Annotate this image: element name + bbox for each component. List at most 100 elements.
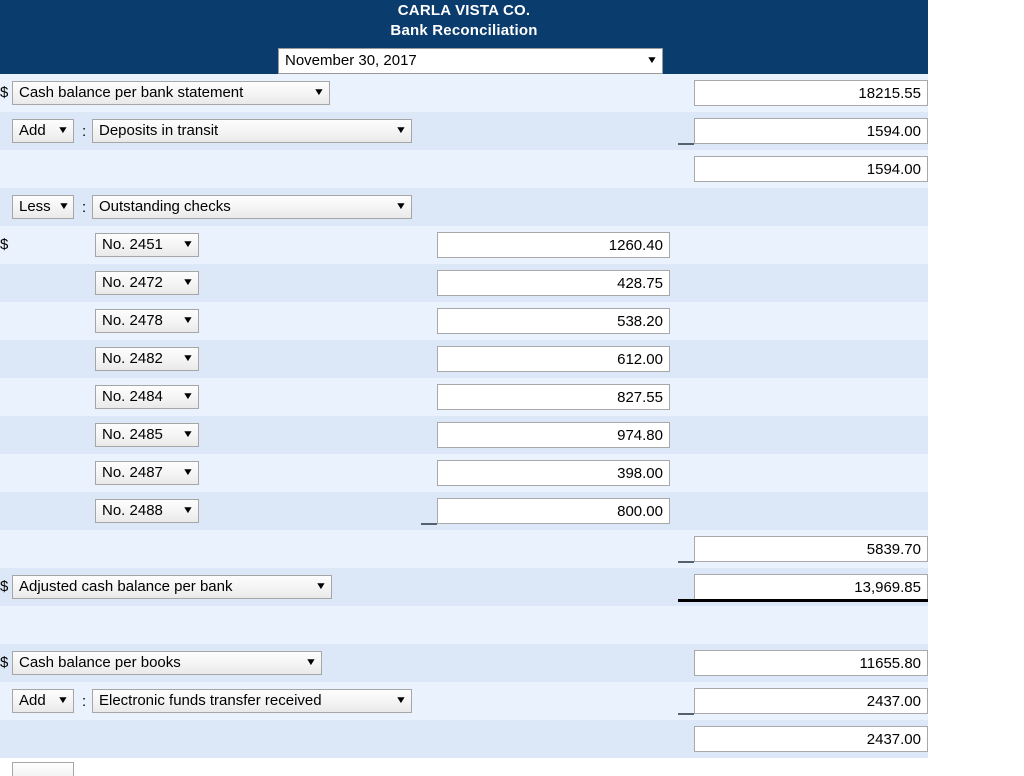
- check-number-label: No. 2485: [102, 426, 163, 443]
- electronic-funds-transfer-select[interactable]: Electronic funds transfer received ▼: [92, 689, 412, 713]
- row-adjusted-cash-balance-per-bank: Adjusted cash balance per bank ▼ $: [0, 568, 928, 606]
- check-number-label: No. 2478: [102, 312, 163, 329]
- add-colon-cell: :: [80, 112, 88, 150]
- check-number-select[interactable]: No. 2451 ▼: [95, 233, 199, 257]
- cash-balance-per-books-select[interactable]: Cash balance per books ▼: [12, 651, 322, 675]
- chevron-down-icon: ▼: [314, 581, 328, 592]
- partial-operator-cell: [12, 758, 74, 776]
- bank-opening-amount-cell: [694, 74, 928, 112]
- bank-add-operator-select[interactable]: Add ▼: [12, 119, 74, 143]
- deposits-in-transit-select[interactable]: Deposits in transit ▼: [92, 119, 412, 143]
- check-number-cell: No. 2482 ▼: [95, 340, 199, 378]
- row-outstanding-checks-header: Less ▼ : Outstanding checks ▼: [0, 188, 928, 226]
- check-number-select[interactable]: No. 2487 ▼: [95, 461, 199, 485]
- check-number-select[interactable]: No. 2478 ▼: [95, 309, 199, 333]
- check-amount-input[interactable]: [437, 384, 670, 410]
- table-row: No. 2482 ▼: [0, 340, 928, 378]
- check-amount-input[interactable]: [437, 232, 670, 258]
- books-opening-dollar-cell: $: [0, 644, 8, 682]
- check-number-label: No. 2482: [102, 350, 163, 367]
- deposits-subtotal-input[interactable]: [694, 156, 928, 182]
- bank-add-operator-label: Add: [19, 122, 46, 139]
- check-amount-input[interactable]: [437, 270, 670, 296]
- check-number-select[interactable]: No. 2482 ▼: [95, 347, 199, 371]
- electronic-funds-transfer-subtotal-input[interactable]: [694, 726, 928, 752]
- check-number-label: No. 2451: [102, 236, 163, 253]
- chevron-down-icon: ▼: [394, 695, 408, 706]
- row-deposits-in-transit: Add ▼ : Deposits in transit ▼: [0, 112, 928, 150]
- adjusted-cash-balance-per-bank-input[interactable]: [694, 574, 928, 600]
- grand-total-underline: [678, 599, 928, 602]
- check-number-select[interactable]: No. 2484 ▼: [95, 385, 199, 409]
- adjusted-cash-balance-per-bank-select[interactable]: Adjusted cash balance per bank ▼: [12, 575, 332, 599]
- table-row: No. 2485 ▼: [0, 416, 928, 454]
- outstanding-checks-subtotal-input[interactable]: [694, 536, 928, 562]
- check-amount-input[interactable]: [437, 460, 670, 486]
- deposits-in-transit-input[interactable]: [694, 118, 928, 144]
- statement-header: CARLA VISTA CO. Bank Reconciliation Nove…: [0, 0, 928, 74]
- check-number-select[interactable]: No. 2485 ▼: [95, 423, 199, 447]
- partial-operator-select[interactable]: [12, 762, 74, 776]
- date-select-wrapper: November 30, 2017 ▼: [278, 48, 663, 74]
- outstanding-checks-subtotal-cell: [694, 530, 928, 568]
- cash-balance-per-bank-select[interactable]: Cash balance per bank statement ▼: [12, 81, 330, 105]
- chevron-down-icon: ▼: [394, 201, 408, 212]
- colon-separator: :: [82, 692, 87, 710]
- dollar-sign: $: [0, 578, 9, 595]
- outstanding-checks-label: Outstanding checks: [99, 198, 231, 215]
- outstanding-checks-select[interactable]: Outstanding checks ▼: [92, 195, 412, 219]
- check-amount-input[interactable]: [437, 422, 670, 448]
- check-amount-cell: [437, 340, 670, 378]
- check-number-cell: No. 2472 ▼: [95, 264, 199, 302]
- chevron-down-icon: ▼: [181, 467, 195, 478]
- colon-separator: :: [82, 122, 87, 140]
- check-amount-cell: [437, 378, 670, 416]
- check-amount-input[interactable]: [437, 498, 670, 524]
- cash-balance-per-books-input[interactable]: [694, 650, 928, 676]
- books-add-operator-select[interactable]: Add ▼: [12, 689, 74, 713]
- dollar-sign: $: [0, 84, 9, 101]
- deposits-subtotal-cell: [694, 150, 928, 188]
- chevron-down-icon: ▼: [181, 277, 195, 288]
- electronic-funds-transfer-label: Electronic funds transfer received: [99, 692, 322, 709]
- row-cash-balance-per-bank: Cash balance per bank statement ▼ $: [0, 74, 928, 112]
- check-number-cell: No. 2451 ▼: [95, 226, 199, 264]
- check-amount-cell: [437, 492, 670, 530]
- subtotal-rule-mark: [421, 523, 437, 525]
- subtotal-rule-mark: [678, 561, 694, 563]
- table-row: No. 2478 ▼: [0, 302, 928, 340]
- electronic-funds-transfer-input[interactable]: [694, 688, 928, 714]
- books-add-operator-label: Add: [19, 692, 46, 709]
- chevron-down-icon: ▼: [181, 505, 195, 516]
- subtotal-rule-mark: [678, 143, 694, 145]
- table-row: No. 2484 ▼: [0, 378, 928, 416]
- period-date-select[interactable]: November 30, 2017 ▼: [278, 48, 663, 74]
- books-add-operator-cell: Add ▼: [12, 682, 74, 720]
- bank-reconciliation-sheet: CARLA VISTA CO. Bank Reconciliation Nove…: [0, 0, 928, 776]
- chevron-down-icon: ▼: [181, 353, 195, 364]
- books-add-colon-cell: :: [80, 682, 88, 720]
- check-number-select[interactable]: No. 2488 ▼: [95, 499, 199, 523]
- statement-title: Bank Reconciliation: [390, 22, 538, 39]
- check-number-label: No. 2488: [102, 502, 163, 519]
- check-number-label: No. 2472: [102, 274, 163, 291]
- outstanding-checks-description-cell: Outstanding checks ▼: [92, 188, 412, 226]
- check-number-cell: No. 2487 ▼: [95, 454, 199, 492]
- check-amount-input[interactable]: [437, 308, 670, 334]
- row-cash-balance-per-books: Cash balance per books ▼ $: [0, 644, 928, 682]
- row-spacer: [0, 606, 928, 644]
- check-amount-input[interactable]: [437, 346, 670, 372]
- check-amount-cell: [437, 416, 670, 454]
- chevron-down-icon: ▼: [645, 55, 659, 66]
- bank-less-operator-select[interactable]: Less ▼: [12, 195, 74, 219]
- bank-opening-dollar-cell: $: [0, 74, 8, 112]
- check-number-cell: No. 2485 ▼: [95, 416, 199, 454]
- cash-balance-per-bank-input[interactable]: [694, 80, 928, 106]
- add-operator-cell: Add ▼: [12, 112, 74, 150]
- chevron-down-icon: ▼: [181, 239, 195, 250]
- subtotal-rule-mark: [678, 713, 694, 715]
- check-number-select[interactable]: No. 2472 ▼: [95, 271, 199, 295]
- less-colon-cell: :: [80, 188, 88, 226]
- dollar-sign: $: [0, 654, 9, 671]
- bank-less-operator-label: Less: [19, 198, 51, 215]
